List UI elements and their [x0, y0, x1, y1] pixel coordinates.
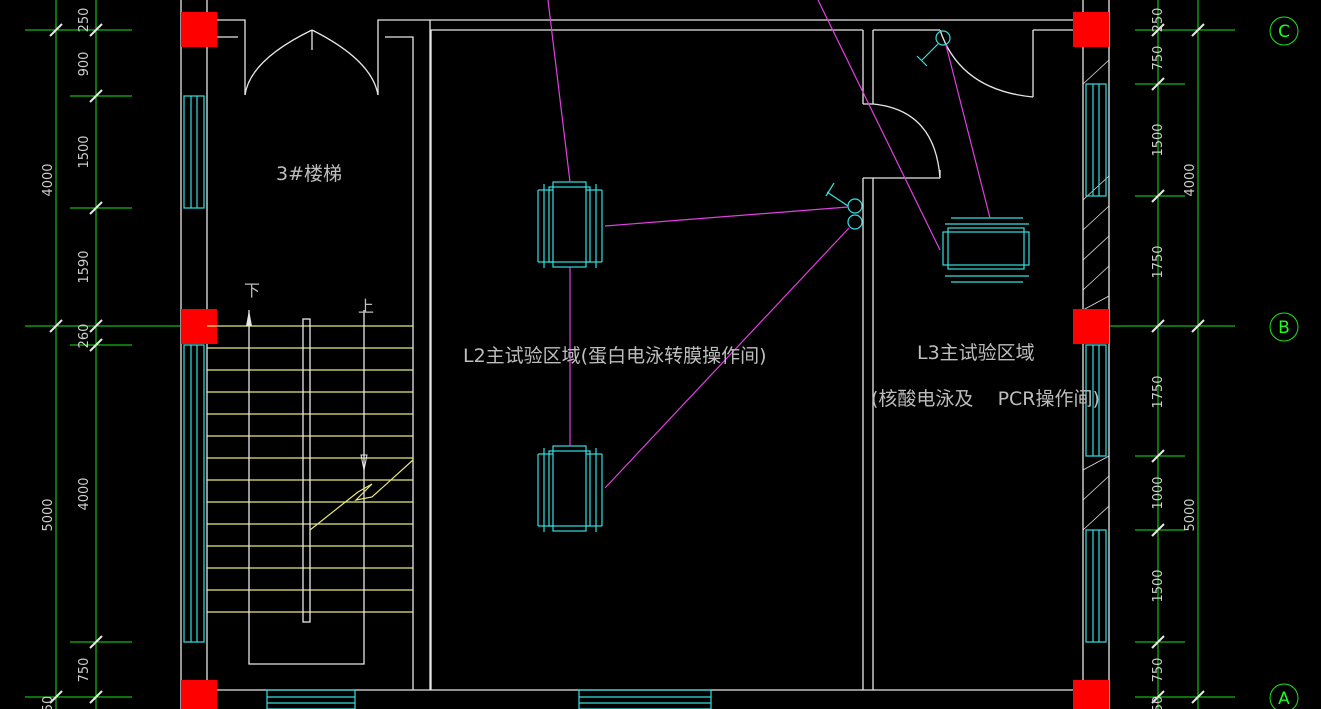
- right-dim-inner-9: 50: [1151, 696, 1166, 709]
- socket-node-1: [825, 182, 863, 230]
- axis-bubbles: C B A: [1269, 16, 1299, 709]
- doors: [244, 29, 1034, 179]
- right-dim-outer-2: 5000: [1183, 498, 1198, 531]
- l2-room-label: L2主试验区域(蛋白电泳转膜操作间): [463, 345, 767, 367]
- left-dim-inner-6: 4000: [77, 477, 92, 510]
- right-exterior-wall: [1082, 0, 1110, 709]
- left-dimension-chain: 4000 5000 250 900 1500 1590 260 4000 750…: [25, 0, 180, 709]
- left-dim-inner-2: 900: [77, 52, 92, 77]
- column-bottom-left: [181, 680, 217, 709]
- right-dim-inner-3: 1500: [1151, 123, 1166, 156]
- stair-label: 3#楼梯: [276, 163, 342, 185]
- l3-room-label-line1: L3主试验区域: [917, 342, 1035, 364]
- left-dim-inner-3: 1500: [77, 135, 92, 168]
- right-dim-inner-1: 250: [1151, 8, 1166, 33]
- floor-plan-drawing: 4000 5000 250 900 1500 1590 260 4000 750…: [25, 0, 1299, 709]
- axis-label-a: A: [1278, 689, 1290, 709]
- l2-cabinet-top: [537, 181, 603, 268]
- right-dim-inner-4: 1750: [1151, 245, 1166, 278]
- left-exterior-wall: [180, 0, 208, 709]
- right-dimension-chain: 4000 5000 250 750 1500 1750 1750 1000 15…: [1110, 0, 1235, 709]
- stair-down-label: 下: [244, 281, 260, 300]
- equipment: [537, 30, 1030, 532]
- axis-label-b: B: [1278, 318, 1290, 338]
- left-dim-inner-5: 260: [77, 324, 92, 349]
- right-dim-inner-5: 1750: [1151, 375, 1166, 408]
- left-dim-inner-4: 1590: [77, 250, 92, 283]
- right-dim-inner-6: 1000: [1151, 476, 1166, 509]
- right-dim-inner-7: 1500: [1151, 569, 1166, 602]
- left-dim-inner-7: 750: [77, 658, 92, 683]
- stair: [207, 310, 414, 665]
- right-dim-inner-2: 750: [1151, 46, 1166, 71]
- wiring: [547, 0, 991, 489]
- column-top-right: [1073, 12, 1109, 47]
- left-dim-inner-1: 250: [77, 8, 92, 33]
- column-top-left: [181, 12, 217, 47]
- left-dim-outer-1: 4000: [41, 163, 56, 196]
- left-dim-inner-8: 50: [41, 696, 56, 709]
- column-bottom-right: [1073, 680, 1109, 709]
- l2-cabinet-bottom: [537, 445, 603, 532]
- l3-cabinet: [942, 217, 1030, 283]
- room-labels: 3#楼梯 下 上 L2主试验区域(蛋白电泳转膜操作间) L3主试验区域 (核酸电…: [244, 163, 1100, 410]
- l3-room-label-line2: (核酸电泳及 PCR操作间): [871, 388, 1100, 410]
- axis-label-c: C: [1278, 22, 1290, 42]
- stair-up-label: 上: [358, 297, 374, 316]
- left-dim-outer-2: 5000: [41, 498, 56, 531]
- socket-node-2: [916, 30, 951, 67]
- right-dim-inner-8: 750: [1151, 658, 1166, 683]
- right-dim-outer-1: 4000: [1183, 163, 1198, 196]
- column-mid-right: [1073, 309, 1109, 344]
